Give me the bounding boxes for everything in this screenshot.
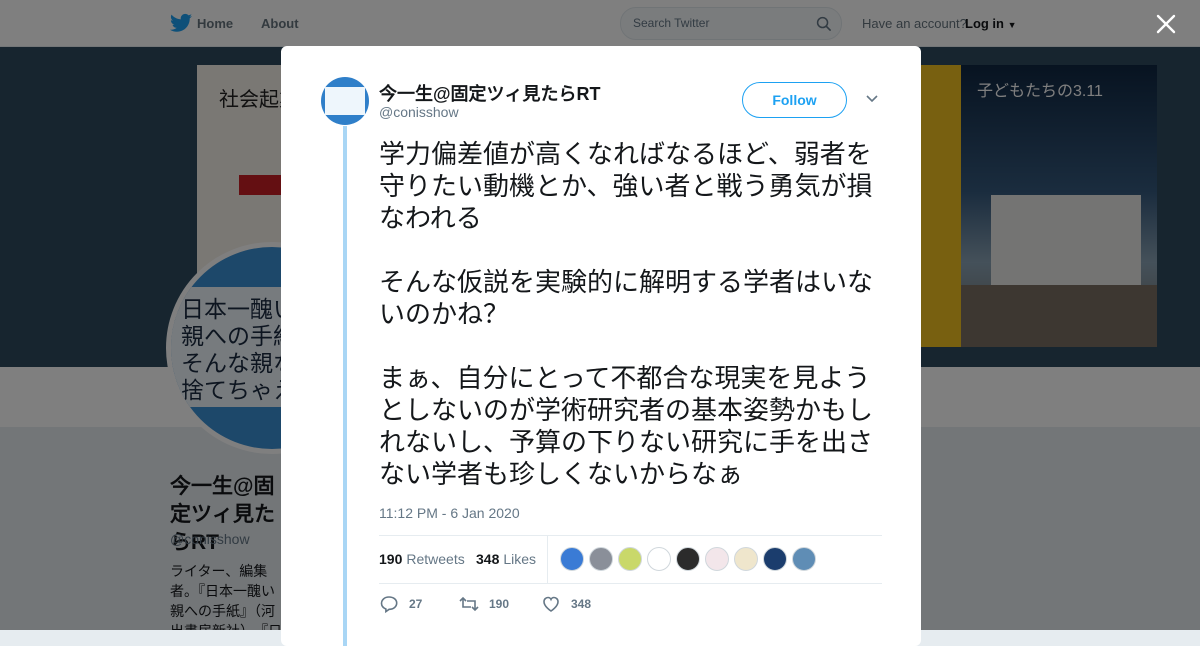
author-avatar-card <box>325 87 365 115</box>
close-icon[interactable] <box>1156 14 1176 34</box>
liker-avatar[interactable] <box>705 547 729 571</box>
reply-count: 27 <box>409 597 423 611</box>
follow-button[interactable]: Follow <box>742 82 847 118</box>
likes-stat[interactable]: 348 Likes <box>476 551 536 567</box>
liker-avatar[interactable] <box>589 547 613 571</box>
likes-label: Likes <box>503 551 537 567</box>
stats-divider <box>547 536 548 583</box>
chevron-down-icon[interactable] <box>865 94 879 104</box>
tweet-text: 学力偏差値が高くなればなるほど、弱者を守りたい動機とか、強い者と戦う勇気が損なわ… <box>379 140 874 490</box>
retweet-count: 190 <box>489 597 510 611</box>
liker-avatar[interactable] <box>560 547 584 571</box>
likes-count: 348 <box>476 551 500 567</box>
retweets-count: 190 <box>379 551 403 567</box>
liker-avatar[interactable] <box>763 547 787 571</box>
author-display-name[interactable]: 今一生@固定ツィ見たらRT <box>379 80 601 106</box>
liker-avatar[interactable] <box>734 547 758 571</box>
liker-avatar[interactable] <box>792 547 816 571</box>
liker-avatar[interactable] <box>618 547 642 571</box>
tweet-stats: 190 Retweets 348 Likes <box>379 535 882 584</box>
like-count: 348 <box>571 597 592 611</box>
liker-avatar[interactable] <box>647 547 671 571</box>
tweet-timestamp[interactable]: 11:12 PM - 6 Jan 2020 <box>379 505 520 521</box>
liker-avatar[interactable] <box>676 547 700 571</box>
thread-line <box>343 126 347 646</box>
author-handle[interactable]: @conisshow <box>379 104 459 120</box>
retweets-stat[interactable]: 190 Retweets <box>379 551 465 567</box>
retweet-icon <box>459 596 479 612</box>
reply-icon <box>380 596 398 614</box>
author-avatar[interactable] <box>321 77 369 125</box>
tweet-actions: 27 190 348 <box>379 594 879 618</box>
retweets-label: Retweets <box>406 551 465 567</box>
tweet-modal: 今一生@固定ツィ見たらRT @conisshow Follow 学力偏差値が高く… <box>281 46 921 646</box>
heart-icon <box>543 596 559 612</box>
